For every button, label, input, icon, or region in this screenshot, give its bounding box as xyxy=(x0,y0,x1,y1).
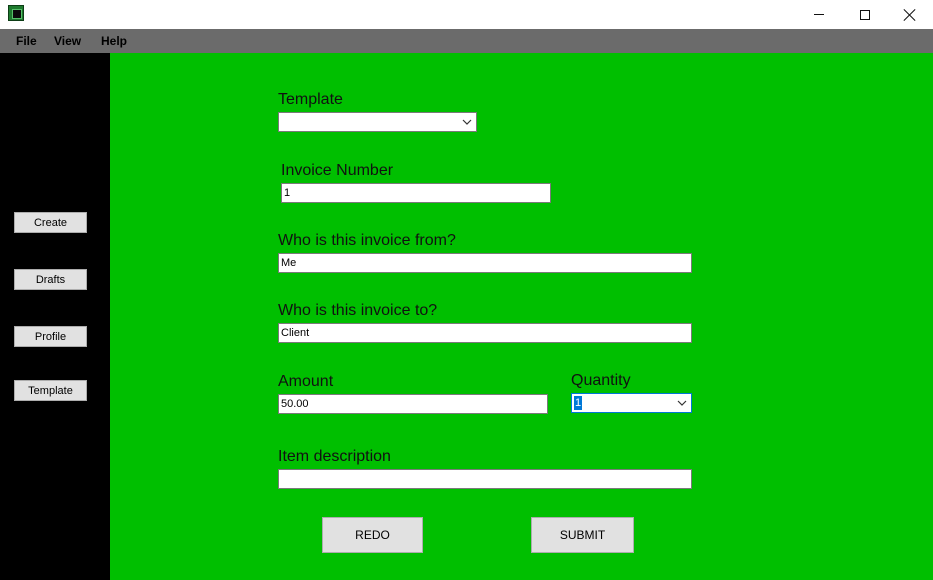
invoice-number-label: Invoice Number xyxy=(281,162,394,179)
app-window: File View Help Create Drafts Profile Tem… xyxy=(0,0,933,580)
app-icon xyxy=(8,5,24,21)
menu-bar: File View Help xyxy=(0,29,933,53)
submit-button[interactable]: SUBMIT xyxy=(531,517,634,553)
item-description-field[interactable] xyxy=(278,469,692,489)
invoice-from-label: Who is this invoice from? xyxy=(278,232,456,249)
amount-label: Amount xyxy=(278,373,334,390)
sidebar-template-button[interactable]: Template xyxy=(14,380,87,401)
template-select[interactable] xyxy=(278,112,477,132)
menu-view[interactable]: View xyxy=(54,34,81,48)
quantity-label: Quantity xyxy=(571,372,631,389)
quantity-select-value: 1 xyxy=(574,396,583,410)
template-label: Template xyxy=(278,91,343,108)
maximize-icon xyxy=(860,9,870,20)
chevron-down-icon xyxy=(677,400,687,406)
sidebar-create-button[interactable]: Create xyxy=(14,212,87,233)
chevron-down-icon xyxy=(462,119,472,125)
menu-help[interactable]: Help xyxy=(101,34,127,48)
invoice-number-field[interactable]: 1 xyxy=(281,183,551,203)
item-description-label: Item description xyxy=(278,448,391,465)
maximize-button[interactable] xyxy=(842,0,888,29)
close-icon xyxy=(904,9,916,21)
menu-file[interactable]: File xyxy=(16,34,37,48)
invoice-form: Template Invoice Number 1 Who is this in… xyxy=(110,53,933,580)
invoice-from-field[interactable]: Me xyxy=(278,253,692,273)
quantity-select[interactable]: 1 xyxy=(571,393,692,413)
redo-button[interactable]: REDO xyxy=(322,517,423,553)
sidebar-profile-button[interactable]: Profile xyxy=(14,326,87,347)
invoice-to-label: Who is this invoice to? xyxy=(278,302,438,319)
minimize-icon xyxy=(814,14,824,15)
close-button[interactable] xyxy=(887,0,933,29)
invoice-to-field[interactable]: Client xyxy=(278,323,692,343)
amount-field[interactable]: 50.00 xyxy=(278,394,548,414)
title-bar xyxy=(0,0,933,29)
sidebar-drafts-button[interactable]: Drafts xyxy=(14,269,87,290)
minimize-button[interactable] xyxy=(796,0,842,29)
sidebar: Create Drafts Profile Template xyxy=(0,53,110,580)
